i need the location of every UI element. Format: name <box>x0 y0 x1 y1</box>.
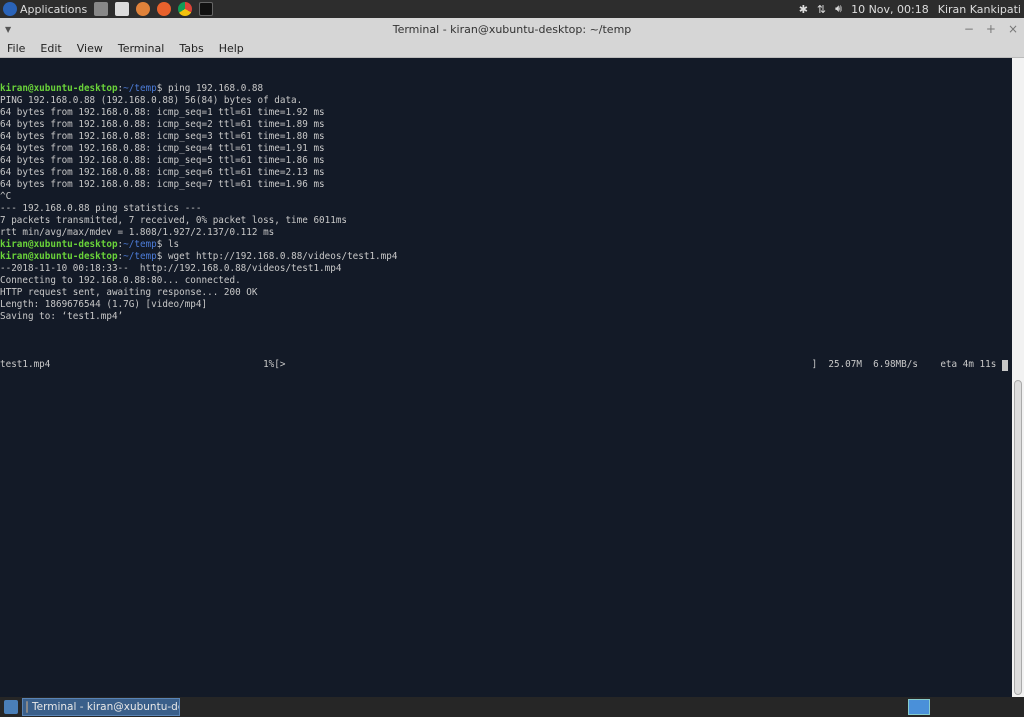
mail-icon[interactable] <box>136 2 151 16</box>
window-title: Terminal - kiran@xubuntu-desktop: ~/temp <box>392 22 632 36</box>
taskbar-item-label: Terminal - kiran@xubuntu-de... <box>32 701 180 713</box>
taskbar-item-terminal[interactable]: Terminal - kiran@xubuntu-de... <box>22 698 180 716</box>
prompt-user: kiran@xubuntu-desktop <box>0 83 118 94</box>
terminal-cursor <box>1001 360 1008 371</box>
bluetooth-icon[interactable]: ✱ <box>799 3 808 16</box>
user-menu[interactable]: Kiran Kankipati <box>938 3 1021 16</box>
menu-bar: File Edit View Terminal Tabs Help <box>0 40 1024 58</box>
wget-progress-line: test1.mp4 1%[> ] 25.07M 6.98MB/s eta 4m … <box>0 359 1012 371</box>
terminal-icon[interactable] <box>199 2 214 16</box>
output-line: Saving to: ‘test1.mp4’ <box>0 311 124 322</box>
prompt-path: ~/temp <box>123 83 157 94</box>
progress-downloaded: 25.07M <box>828 359 862 370</box>
close-button[interactable]: × <box>1008 22 1018 36</box>
menu-view[interactable]: View <box>77 42 103 55</box>
prompt-line: kiran@xubuntu-desktop:~/temp$ ping 192.1… <box>0 83 264 94</box>
output-line: 7 packets transmitted, 7 received, 0% pa… <box>0 215 348 226</box>
applications-menu[interactable]: Applications <box>20 3 87 16</box>
prompt-line: kiran@xubuntu-desktop:~/temp$ ls <box>0 239 180 250</box>
menu-terminal[interactable]: Terminal <box>118 42 165 55</box>
prompt-user: kiran@xubuntu-desktop <box>0 251 118 262</box>
menu-edit[interactable]: Edit <box>40 42 61 55</box>
progress-filename: test1.mp4 <box>0 359 51 370</box>
window-menu-icon[interactable]: ▼ <box>5 25 11 34</box>
show-desktop-icon[interactable] <box>4 700 18 714</box>
workspace-switcher[interactable] <box>908 699 930 715</box>
progress-eta: eta 4m 11s <box>940 359 997 370</box>
xubuntu-logo-icon[interactable] <box>3 2 17 16</box>
output-line: 64 bytes from 192.168.0.88: icmp_seq=1 t… <box>0 107 325 118</box>
chrome-icon[interactable] <box>178 2 193 16</box>
prompt-path: ~/temp <box>123 239 157 250</box>
output-line: 64 bytes from 192.168.0.88: icmp_seq=3 t… <box>0 131 325 142</box>
output-line: 64 bytes from 192.168.0.88: icmp_seq=5 t… <box>0 155 325 166</box>
volume-icon[interactable]: 🔊︎ <box>835 2 842 16</box>
command-text: ls <box>167 239 180 250</box>
prompt-path: ~/temp <box>123 251 157 262</box>
command-text: ping 192.168.0.88 <box>167 83 264 94</box>
progress-percent: 1%[> <box>263 359 286 370</box>
text-editor-icon[interactable] <box>115 2 130 16</box>
output-line: Connecting to 192.168.0.88:80... connect… <box>0 275 241 286</box>
firefox-icon[interactable] <box>157 2 172 16</box>
prompt-user: kiran@xubuntu-desktop <box>0 239 118 250</box>
calculator-icon[interactable] <box>94 2 109 16</box>
progress-bar-end: ] <box>811 359 818 370</box>
network-icon[interactable]: ⇅ <box>817 3 826 16</box>
progress-speed: 6.98MB/s <box>873 359 918 370</box>
scrollbar-thumb[interactable] <box>1014 380 1022 695</box>
menu-file[interactable]: File <box>7 42 25 55</box>
prompt-line: kiran@xubuntu-desktop:~/temp$ wget http:… <box>0 251 398 262</box>
output-line: HTTP request sent, awaiting response... … <box>0 287 258 298</box>
output-line: 64 bytes from 192.168.0.88: icmp_seq=4 t… <box>0 143 325 154</box>
minimize-button[interactable]: − <box>964 22 974 36</box>
maximize-button[interactable]: + <box>986 22 996 36</box>
command-text: wget http://192.168.0.88/videos/test1.mp… <box>167 251 398 262</box>
output-line: --2018-11-10 00:18:33-- http://192.168.0… <box>0 263 342 274</box>
menu-help[interactable]: Help <box>219 42 244 55</box>
clock[interactable]: 10 Nov, 00:18 <box>851 3 929 16</box>
terminal-scrollbar[interactable] <box>1012 58 1024 697</box>
terminal-output[interactable]: kiran@xubuntu-desktop:~/temp$ ping 192.1… <box>0 58 1012 697</box>
output-line: --- 192.168.0.88 ping statistics --- <box>0 203 202 214</box>
output-line: PING 192.168.0.88 (192.168.0.88) 56(84) … <box>0 95 303 106</box>
window-titlebar[interactable]: ▼ Terminal - kiran@xubuntu-desktop: ~/te… <box>0 18 1024 40</box>
taskbar: Terminal - kiran@xubuntu-de... <box>0 697 1024 717</box>
output-line: ^C <box>0 191 12 202</box>
output-line: rtt min/avg/max/mdev = 1.808/1.927/2.137… <box>0 227 275 238</box>
output-line: Length: 1869676544 (1.7G) [video/mp4] <box>0 299 208 310</box>
top-panel: Applications ✱ ⇅ 🔊︎ 10 Nov, 00:18 Kiran … <box>0 0 1024 18</box>
menu-tabs[interactable]: Tabs <box>179 42 203 55</box>
output-line: 64 bytes from 192.168.0.88: icmp_seq=7 t… <box>0 179 325 190</box>
output-line: 64 bytes from 192.168.0.88: icmp_seq=6 t… <box>0 167 325 178</box>
terminal-icon <box>26 701 28 713</box>
output-line: 64 bytes from 192.168.0.88: icmp_seq=2 t… <box>0 119 325 130</box>
